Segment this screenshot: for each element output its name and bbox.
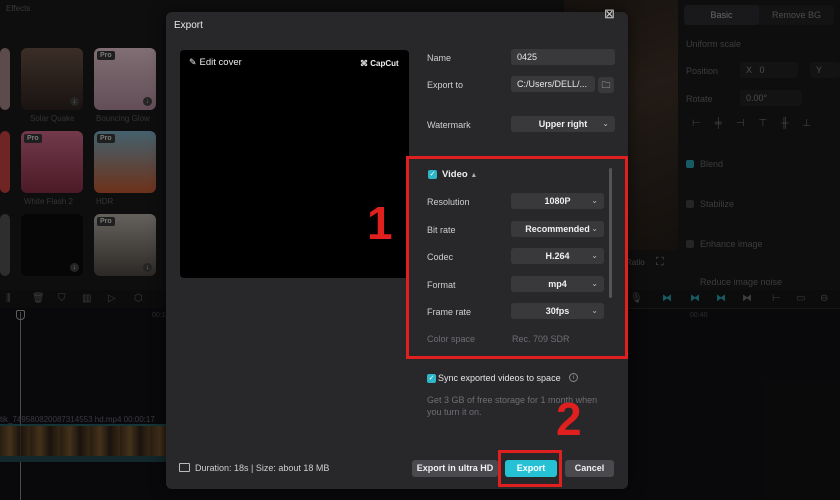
export-path-input[interactable]: C:/Users/DELL/... — [511, 76, 595, 92]
name-input[interactable]: 0425 — [511, 49, 615, 65]
export-summary: Duration: 18s | Size: about 18 MB — [179, 463, 329, 473]
capcut-screen: Effects ↓ Pro ↓ Solar Quake Bouncing Glow… — [0, 0, 840, 500]
pencil-icon: ✎ — [189, 57, 197, 67]
annotation-step-2: 2 — [556, 393, 582, 445]
cancel-button[interactable]: Cancel — [565, 460, 614, 477]
annotation-step-1: 1 — [367, 197, 393, 249]
sync-label: Sync exported videos to space — [438, 373, 561, 383]
sync-checkbox[interactable]: ✓ — [427, 374, 436, 383]
info-icon[interactable]: i — [569, 373, 578, 382]
export-ultra-hd-button[interactable]: Export in ultra HD — [412, 460, 498, 477]
export-to-label: Export to — [427, 80, 464, 90]
edit-cover-button[interactable]: ✎ Edit cover — [189, 57, 242, 68]
annotation-box-export — [498, 450, 562, 487]
watermark-select[interactable]: Upper right ⌄ — [511, 116, 615, 132]
capcut-logo: ⌘ CapCut — [360, 59, 399, 68]
folder-icon[interactable]: 🗀 — [598, 77, 614, 93]
watermark-label: Watermark — [427, 120, 471, 130]
dialog-title: Export — [174, 20, 203, 31]
name-label: Name — [427, 53, 452, 63]
film-icon — [179, 463, 190, 472]
annotation-box-settings — [406, 156, 628, 359]
close-icon[interactable]: ⊠ — [604, 6, 615, 22]
chevron-down-icon: ⌄ — [602, 119, 609, 128]
